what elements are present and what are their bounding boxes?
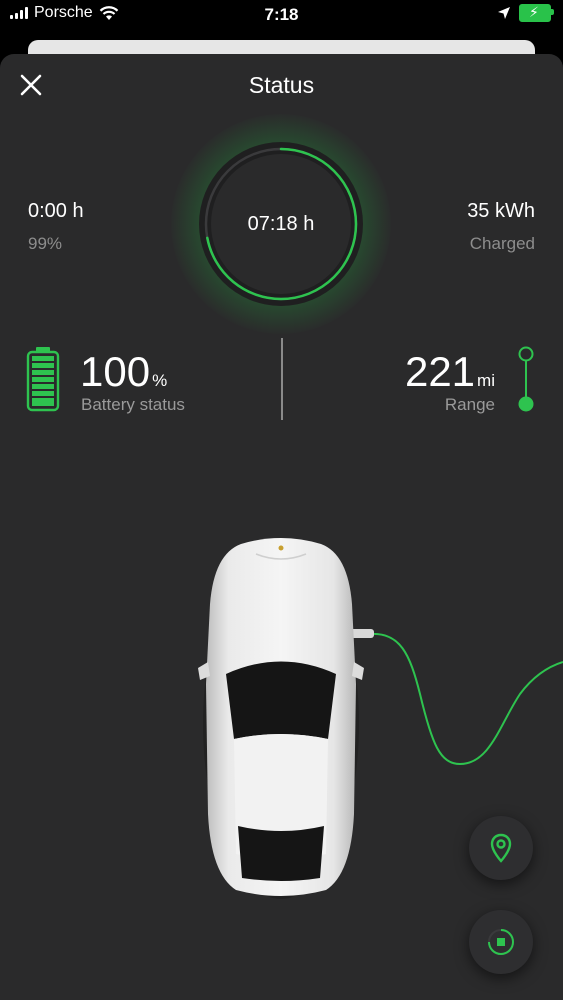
stop-charging-button[interactable] xyxy=(469,910,533,974)
status-bar-time: 7:18 xyxy=(264,5,299,24)
battery-label: Battery status xyxy=(81,395,185,414)
status-bar: Porsche 7:18 ⚡ xyxy=(0,0,563,30)
range-unit: mi xyxy=(477,371,495,390)
location-arrow-icon xyxy=(498,7,510,19)
charging-timer-ring: 07:18 h xyxy=(197,140,365,308)
status-bar-right: ⚡ xyxy=(497,4,554,22)
status-sheet: Status 07:18 h 0:00 h 99% 35 kWh Charged… xyxy=(0,54,563,1000)
battery-percent: 100 xyxy=(80,348,151,395)
range-label: Range xyxy=(444,395,495,414)
location-button[interactable] xyxy=(469,816,533,880)
location-pin-icon xyxy=(490,833,512,863)
energy-charged: 35 kWh xyxy=(467,200,535,222)
charging-timer: 07:18 h xyxy=(247,213,315,235)
range-icon xyxy=(513,344,539,414)
device-battery-icon: ⚡ xyxy=(519,4,554,22)
battery-unit: % xyxy=(152,371,168,390)
battery-level-icon xyxy=(26,346,60,412)
stop-charging-icon xyxy=(488,929,514,955)
stats-divider xyxy=(281,338,283,420)
range-number: 221 xyxy=(404,348,476,395)
car-illustration xyxy=(196,534,366,900)
page-title: Status xyxy=(248,72,315,98)
charging-cable xyxy=(340,614,563,814)
energy-label: Charged xyxy=(469,234,535,253)
remaining-time: 0:00 h xyxy=(28,200,84,222)
target-percent: 99% xyxy=(28,234,63,253)
